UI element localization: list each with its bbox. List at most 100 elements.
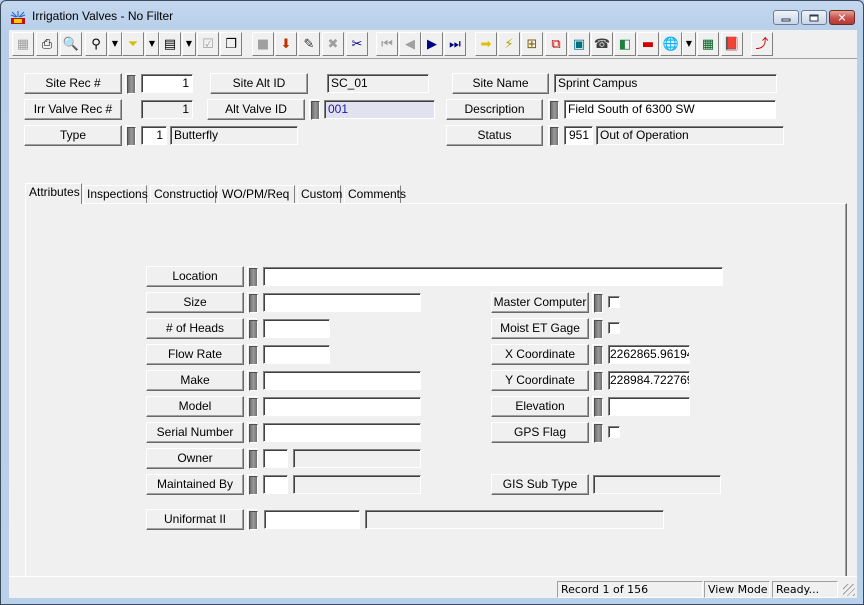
flow-rate-button[interactable]: Flow Rate: [146, 344, 244, 365]
map-layer-icon: ◧: [618, 36, 632, 52]
moist-et-gage-checkbox[interactable]: [608, 322, 620, 334]
make-button[interactable]: Make: [146, 370, 244, 391]
globe-search-button[interactable]: 🌐: [660, 32, 682, 56]
status-code-field[interactable]: 951: [564, 126, 593, 145]
required-indicator: [125, 73, 136, 94]
description-field[interactable]: Field South of 6300 SW: [564, 100, 776, 119]
cut-icon: ✂: [351, 36, 363, 52]
owner-button[interactable]: Owner: [146, 448, 244, 469]
exit-icon: ⤴: [755, 36, 769, 52]
site-name-button[interactable]: Site Name: [452, 73, 549, 94]
make-field[interactable]: [263, 371, 421, 390]
next-record-button[interactable]: ▶: [421, 32, 443, 56]
properties-button[interactable]: ☑: [197, 32, 219, 56]
minimize-button[interactable]: [773, 10, 799, 25]
site-alt-id-button[interactable]: Site Alt ID: [210, 73, 308, 94]
cut-button[interactable]: ✂: [346, 32, 368, 56]
tab-wo-pm-req[interactable]: WO/PM/Req: [218, 185, 295, 203]
filter-dropdown-button[interactable]: ▼: [145, 32, 159, 56]
alt-valve-id-button[interactable]: Alt Valve ID: [207, 99, 305, 120]
y-coordinate-field[interactable]: 228984.7227690: [608, 371, 690, 390]
description-button[interactable]: Description: [446, 99, 543, 120]
first-record-button[interactable]: ⏮: [376, 32, 398, 56]
size-field[interactable]: [263, 293, 421, 312]
alt-valve-id-field[interactable]: 001: [324, 100, 435, 119]
num-heads-button[interactable]: # of Heads: [146, 318, 244, 339]
tab-custom[interactable]: Custom: [297, 185, 342, 203]
elevation-field[interactable]: [608, 397, 690, 416]
save-button[interactable]: ■: [252, 32, 274, 56]
model-field[interactable]: [263, 397, 421, 416]
required-indicator: [592, 370, 603, 391]
copy-record-button[interactable]: ❐: [220, 32, 242, 56]
equipment-icon: ▣: [572, 36, 586, 52]
site-rec-field[interactable]: 1: [141, 74, 193, 93]
attributes-panel: Location Size # of Heads Flow Rate Make …: [25, 203, 847, 597]
find-dropdown-button[interactable]: ▼: [108, 32, 122, 56]
uniformat-code-field[interactable]: [264, 510, 360, 529]
serial-number-button[interactable]: Serial Number: [146, 422, 244, 443]
location-field[interactable]: [263, 267, 723, 286]
equipment-button[interactable]: ▣: [568, 32, 590, 56]
toolbox-button[interactable]: ▬: [637, 32, 659, 56]
moist-et-gage-button[interactable]: Moist ET Gage: [491, 318, 589, 339]
y-coordinate-button[interactable]: Y Coordinate: [491, 370, 589, 391]
add-record-button[interactable]: ⬇: [275, 32, 297, 56]
owner-code-field[interactable]: [263, 449, 288, 468]
gis-sub-type-button[interactable]: GIS Sub Type: [491, 474, 589, 495]
calculator-button[interactable]: ▦: [697, 32, 719, 56]
toolbar: ▦ ⎙ 🔍 ⚲ ▼ ⏷ ▼ ▤ ▼ ☑ ❐ ■ ⬇ ✎ ✖ ✂ ⏮ ◀ ▶ ⏭ ➡ ⚡ ⊞ ⧉ ▣ ☎ ◧ ▬ 🌐 ▼ ▦ 📕 ⤴: [9, 30, 857, 59]
hierarchy-button[interactable]: ⊞: [521, 32, 543, 56]
status-button[interactable]: Status: [446, 125, 543, 146]
location-button[interactable]: Location: [146, 266, 244, 287]
tab-comments[interactable]: Comments: [344, 185, 406, 203]
print-preview-button[interactable]: 🔍: [60, 32, 82, 56]
report-button[interactable]: ▤: [159, 32, 181, 56]
delete-button[interactable]: ✖: [322, 32, 344, 56]
tab-inspections[interactable]: Inspections: [83, 185, 148, 203]
filter-button[interactable]: ⏷: [122, 32, 144, 56]
report-dropdown-button[interactable]: ▼: [182, 32, 196, 56]
help-book-button[interactable]: 📕: [721, 32, 743, 56]
master-computer-checkbox[interactable]: [608, 296, 620, 308]
uniformat-button[interactable]: Uniformat II: [146, 509, 244, 530]
gps-flag-checkbox[interactable]: [608, 426, 620, 438]
x-coordinate-field[interactable]: 2262865.961942: [608, 345, 690, 364]
last-record-button[interactable]: ⏭: [444, 32, 466, 56]
globe-dropdown-button[interactable]: ▼: [682, 32, 696, 56]
properties-icon: ☑: [202, 36, 214, 52]
link-button[interactable]: ⧉: [545, 32, 567, 56]
exit-button[interactable]: ⤴: [751, 32, 773, 56]
irr-valve-rec-button[interactable]: Irr Valve Rec #: [24, 99, 122, 120]
print-button[interactable]: ⎙: [36, 32, 58, 56]
num-heads-field[interactable]: [263, 319, 330, 338]
find-button[interactable]: ⚲: [85, 32, 107, 56]
flow-rate-field[interactable]: [263, 345, 330, 364]
resize-grip[interactable]: [843, 584, 855, 596]
gps-flag-button[interactable]: GPS Flag: [491, 422, 589, 443]
model-button[interactable]: Model: [146, 396, 244, 417]
goto-arrow-button[interactable]: ➡: [475, 32, 497, 56]
serial-number-field[interactable]: [263, 423, 421, 442]
maximize-button[interactable]: [801, 10, 827, 25]
master-computer-button[interactable]: Master Computer: [491, 292, 589, 313]
lightning-button[interactable]: ⚡: [498, 32, 520, 56]
map-layer-button[interactable]: ◧: [614, 32, 636, 56]
tab-construction[interactable]: Construction: [150, 185, 221, 203]
screen-button[interactable]: ▦: [12, 32, 34, 56]
save-icon: ■: [256, 36, 270, 52]
elevation-button[interactable]: Elevation: [491, 396, 589, 417]
edit-button[interactable]: ✎: [298, 32, 320, 56]
size-button[interactable]: Size: [146, 292, 244, 313]
previous-record-button[interactable]: ◀: [399, 32, 421, 56]
phone-button[interactable]: ☎: [591, 32, 613, 56]
type-code-field[interactable]: 1: [141, 126, 167, 145]
maintained-by-code-field[interactable]: [263, 475, 288, 494]
site-rec-button[interactable]: Site Rec #: [24, 73, 122, 94]
irr-valve-rec-field: 1: [141, 100, 193, 119]
tab-attributes[interactable]: Attributes: [25, 183, 82, 204]
type-button[interactable]: Type: [24, 125, 122, 146]
close-button[interactable]: ✕: [829, 10, 855, 25]
maintained-by-button[interactable]: Maintained By: [146, 474, 244, 495]
x-coordinate-button[interactable]: X Coordinate: [491, 344, 589, 365]
